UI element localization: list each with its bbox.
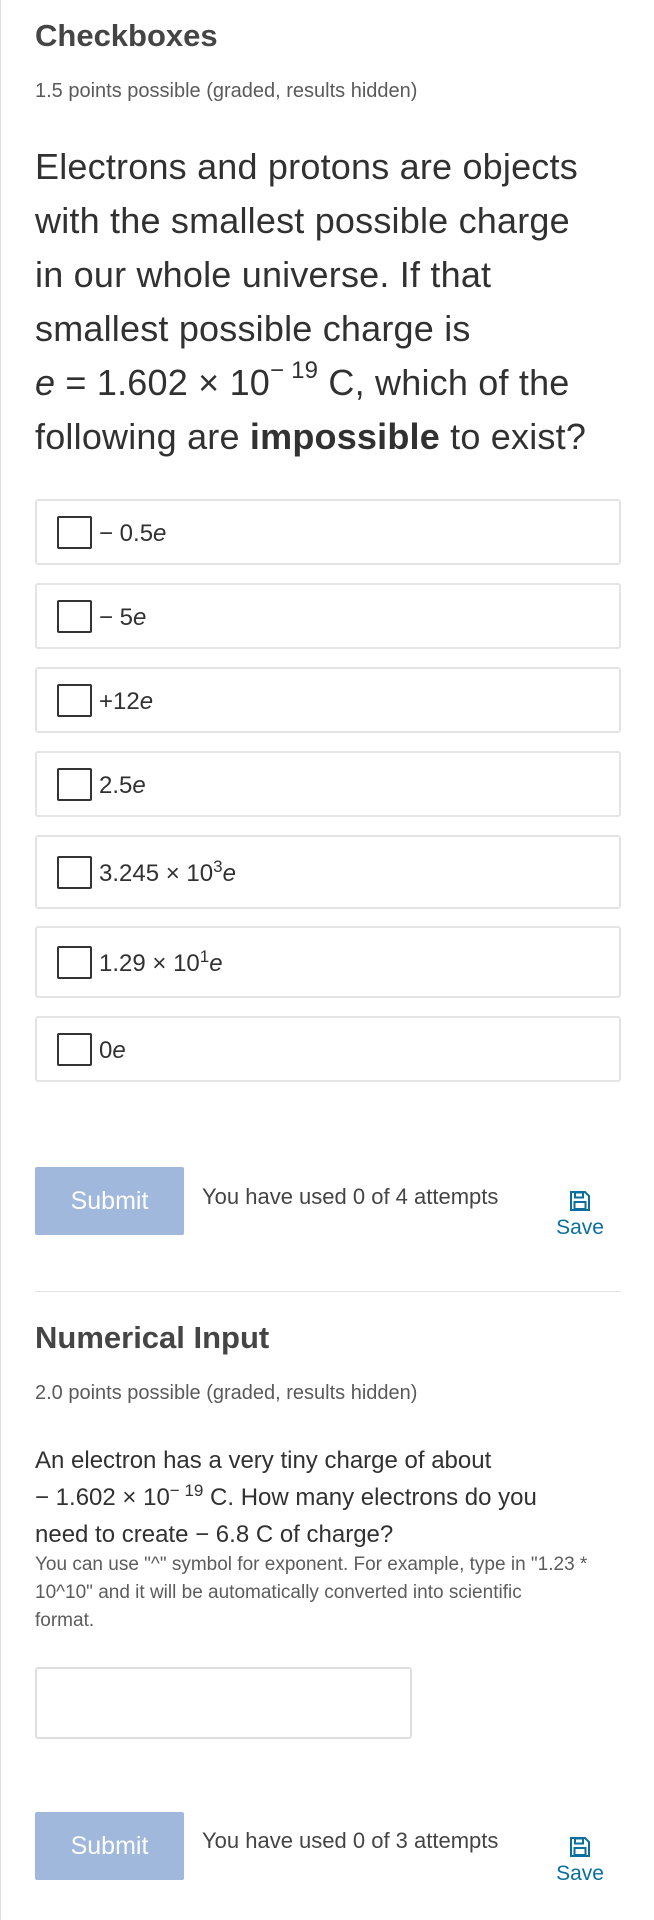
choice-option[interactable]: 2.5e (35, 751, 621, 817)
choice-option[interactable]: − 0.5e (35, 499, 621, 565)
submit-button[interactable]: Submit (35, 1167, 184, 1235)
floppy-disk-icon (570, 1191, 590, 1211)
floppy-disk-icon (570, 1837, 590, 1857)
choice-label: 3.245 × 103e (99, 856, 236, 887)
checkbox[interactable] (57, 515, 92, 549)
checkbox[interactable] (57, 945, 92, 979)
section-divider (35, 1291, 621, 1292)
question-text: An electron has a very tiny charge of ab… (35, 1447, 537, 1548)
question-text: Electrons and protons are objects with t… (35, 146, 587, 457)
answer-input[interactable] (35, 1667, 412, 1739)
checkbox[interactable] (57, 1032, 92, 1066)
choice-label: − 5e (99, 603, 147, 631)
problem-title: Checkboxes (35, 18, 218, 53)
choice-option[interactable]: 3.245 × 103e (35, 835, 621, 909)
choice-label: +12e (99, 687, 154, 715)
choice-option[interactable]: +12e (35, 667, 621, 733)
save-button[interactable]: Save (545, 1836, 615, 1886)
problem-page: Checkboxes 1.5 points possible (graded, … (0, 0, 654, 1920)
submit-button[interactable]: Submit (35, 1812, 184, 1880)
choice-option[interactable]: − 5e (35, 583, 621, 649)
points-info: 2.0 points possible (graded, results hid… (35, 1382, 418, 1404)
problem-title: Numerical Input (35, 1320, 270, 1355)
choice-label: 0e (99, 1036, 126, 1064)
attempts-info: You have used 0 of 4 attempts (202, 1184, 499, 1209)
points-info: 1.5 points possible (graded, results hid… (35, 80, 418, 102)
choice-label: 1.29 × 101e (99, 946, 223, 977)
choice-label: 2.5e (99, 771, 146, 799)
checkbox[interactable] (57, 599, 92, 633)
choice-label: − 0.5e (99, 519, 167, 547)
checkbox[interactable] (57, 767, 92, 801)
attempts-info: You have used 0 of 3 attempts (202, 1828, 499, 1853)
hint-text: You can use "^" symbol for exponent. For… (35, 1554, 588, 1631)
checkbox[interactable] (57, 683, 92, 717)
save-label: Save (556, 1862, 604, 1885)
checkbox[interactable] (57, 855, 92, 889)
save-label: Save (556, 1216, 604, 1239)
save-button[interactable]: Save (545, 1190, 615, 1240)
choice-option[interactable]: 0e (35, 1016, 621, 1082)
choice-option[interactable]: 1.29 × 101e (35, 926, 621, 998)
